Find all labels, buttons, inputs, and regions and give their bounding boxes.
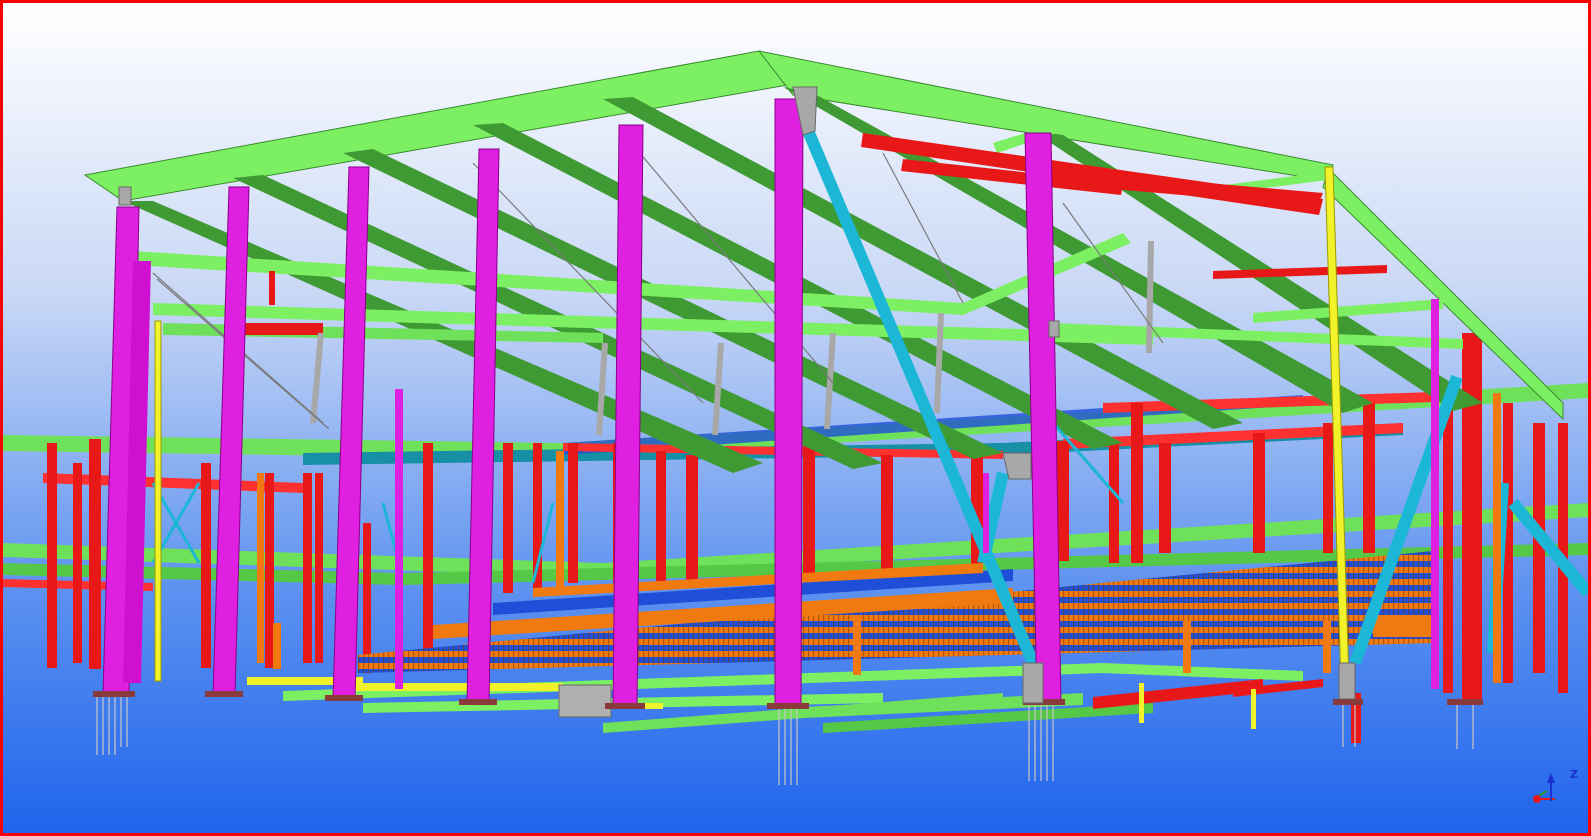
axis-z-label: Z xyxy=(1570,768,1578,781)
model-viewport[interactable]: Z xyxy=(0,0,1591,836)
structural-3d-model[interactable] xyxy=(3,3,1588,833)
